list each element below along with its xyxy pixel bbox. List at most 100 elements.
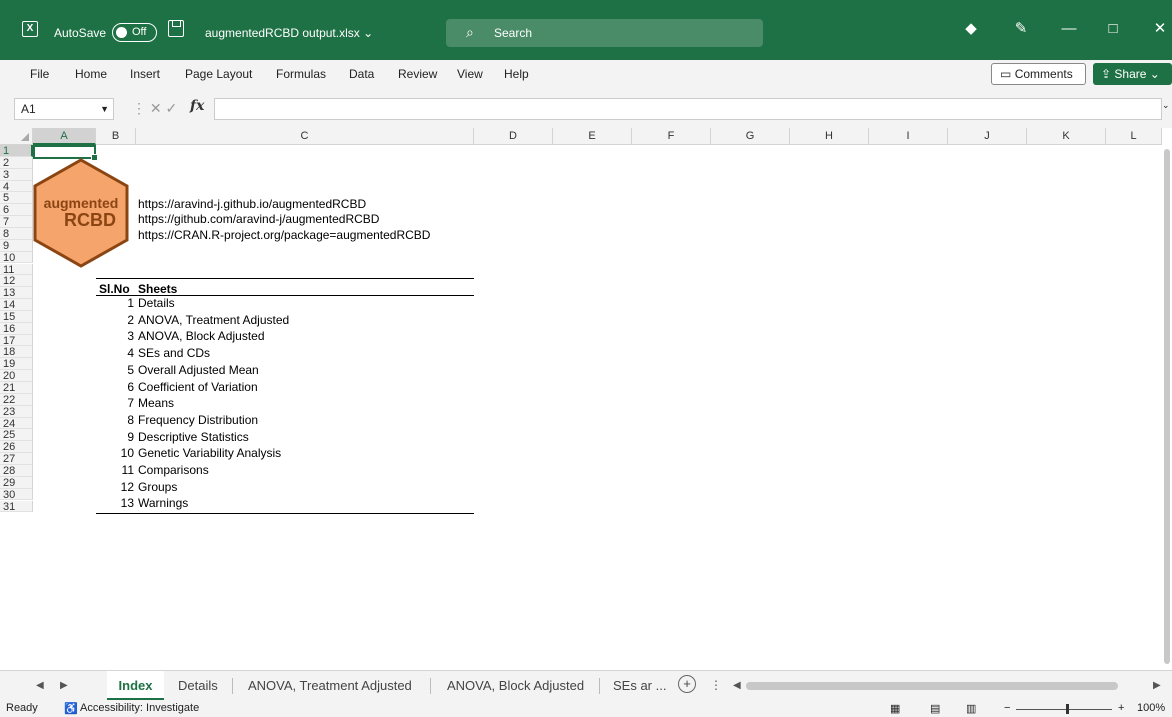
table-row-sheet[interactable]: Means (138, 396, 174, 410)
row-header[interactable]: 22 (0, 393, 33, 406)
column-header-e[interactable]: E (553, 128, 632, 145)
row-header[interactable]: 5 (0, 192, 33, 204)
table-row-sheet[interactable]: Groups (138, 480, 177, 494)
cancel-confirm-icons[interactable]: ⋮ ✕ ✓ (132, 100, 177, 117)
column-header-h[interactable]: H (790, 128, 869, 145)
expand-formula-icon[interactable]: ⌄ (1162, 100, 1170, 111)
link-cran[interactable]: https://CRAN.R-project.org/package=augme… (138, 228, 430, 242)
tab-review[interactable]: Review (398, 67, 437, 81)
spreadsheet-grid[interactable]: A B C D E F G H I J K L 1 2 3 4 5 6 7 8 9 10 11 12 1… (0, 128, 1172, 670)
more-options-icon[interactable]: ⋮ (710, 678, 722, 692)
row-header[interactable]: 27 (0, 453, 33, 465)
tab-data[interactable]: Data (349, 67, 374, 81)
row-header[interactable]: 2 (0, 156, 33, 169)
row-header[interactable]: 29 (0, 476, 33, 489)
row-header[interactable]: 16 (0, 322, 33, 335)
page-break-view-icon[interactable]: ▥ (966, 702, 976, 715)
pen-icon[interactable]: ✎ (1006, 17, 1036, 41)
horizontal-scroll-thumb[interactable] (746, 682, 1118, 690)
scroll-left-icon[interactable]: ◀ (733, 680, 741, 691)
select-all-corner[interactable] (0, 128, 33, 145)
column-header-a[interactable]: A (33, 128, 96, 145)
tab-file[interactable]: File (30, 67, 49, 81)
table-row-sheet[interactable]: Overall Adjusted Mean (138, 363, 259, 377)
row-header[interactable]: 30 (0, 488, 33, 501)
row-header[interactable]: 25 (0, 429, 33, 441)
active-cell[interactable] (33, 145, 98, 161)
row-header[interactable]: 9 (0, 239, 33, 252)
zoom-slider[interactable] (1016, 709, 1112, 710)
zoom-out-icon[interactable]: − (1004, 702, 1010, 714)
comments-button[interactable]: ▭ Comments (991, 63, 1086, 85)
row-header[interactable]: 24 (0, 417, 33, 429)
save-icon[interactable] (168, 20, 184, 37)
diamond-icon[interactable]: ◆ (956, 17, 986, 41)
table-row-sheet[interactable]: Details (138, 296, 175, 310)
column-header-i[interactable]: I (869, 128, 948, 145)
zoom-slider-knob[interactable] (1066, 704, 1069, 714)
autosave-toggle[interactable]: Off (112, 23, 157, 42)
column-header-c[interactable]: C (136, 128, 474, 145)
row-header[interactable]: 17 (0, 334, 33, 347)
file-name[interactable]: augmentedRCBD output.xlsx ⌄ (205, 26, 373, 40)
table-row-sheet[interactable]: Warnings (138, 496, 188, 510)
row-header[interactable]: 14 (0, 299, 33, 311)
column-header-d[interactable]: D (474, 128, 553, 145)
tab-help[interactable]: Help (504, 67, 529, 81)
column-header-g[interactable]: G (711, 128, 790, 145)
row-header[interactable]: 10 (0, 251, 33, 264)
row-header[interactable]: 3 (0, 168, 33, 181)
minimize-icon[interactable]: — (1054, 17, 1084, 41)
row-header[interactable]: 1 (0, 145, 33, 157)
sheet-tab-anova-treatment[interactable]: ANOVA, Treatment Adjusted (248, 671, 412, 700)
share-button[interactable]: ⇪ Share ⌄ (1093, 63, 1172, 85)
row-header[interactable]: 31 (0, 500, 33, 512)
column-header-j[interactable]: J (948, 128, 1027, 145)
row-header[interactable]: 28 (0, 464, 33, 477)
row-header[interactable]: 23 (0, 405, 33, 418)
table-row-sheet[interactable]: Comparisons (138, 463, 209, 477)
row-header[interactable]: 19 (0, 358, 33, 370)
table-row-sheet[interactable]: SEs and CDs (138, 346, 210, 360)
sheet-tab-anova-block[interactable]: ANOVA, Block Adjusted (447, 671, 584, 700)
insert-function-icon[interactable]: fx (190, 98, 204, 114)
row-header[interactable]: 12 (0, 275, 33, 287)
table-row-sheet[interactable]: ANOVA, Treatment Adjusted (138, 313, 289, 327)
vertical-scroll-thumb[interactable] (1164, 149, 1170, 664)
zoom-level[interactable]: 100% (1137, 702, 1165, 714)
name-box[interactable]: A1 ▼ (14, 98, 114, 120)
row-header[interactable]: 26 (0, 441, 33, 453)
table-row-sheet[interactable]: Coefficient of Variation (138, 380, 258, 394)
link-website[interactable]: https://aravind-j.github.io/augmentedRCB… (138, 197, 366, 211)
table-row-sheet[interactable]: ANOVA, Block Adjusted (138, 329, 265, 343)
column-header-k[interactable]: K (1027, 128, 1106, 145)
row-header[interactable]: 21 (0, 382, 33, 394)
table-row-sheet[interactable]: Descriptive Statistics (138, 430, 249, 444)
row-header[interactable]: 7 (0, 216, 33, 228)
row-header[interactable]: 4 (0, 180, 33, 192)
row-header[interactable]: 11 (0, 263, 33, 275)
sheet-tab-ses[interactable]: SEs ar ... (613, 671, 666, 700)
row-header[interactable]: 18 (0, 346, 33, 358)
tab-view[interactable]: View (457, 67, 483, 81)
table-row-sheet[interactable]: Genetic Variability Analysis (138, 446, 281, 460)
vertical-scrollbar[interactable] (1162, 145, 1172, 670)
tab-insert[interactable]: Insert (130, 67, 160, 81)
link-github[interactable]: https://github.com/aravind-j/augmentedRC… (138, 212, 379, 226)
sheet-tab-details[interactable]: Details (178, 671, 218, 700)
maximize-icon[interactable]: □ (1098, 17, 1128, 41)
close-icon[interactable]: ✕ (1145, 17, 1172, 41)
row-header[interactable]: 15 (0, 310, 33, 323)
add-sheet-icon[interactable]: + (678, 675, 696, 693)
page-layout-view-icon[interactable]: ▤ (930, 702, 940, 715)
row-header[interactable]: 20 (0, 370, 33, 382)
column-header-l[interactable]: L (1106, 128, 1162, 145)
search-box[interactable]: ⌕ Search (446, 19, 763, 47)
zoom-in-icon[interactable]: + (1118, 702, 1124, 714)
row-header[interactable]: 6 (0, 204, 33, 216)
tab-home[interactable]: Home (75, 67, 107, 81)
row-header[interactable]: 8 (0, 227, 33, 240)
normal-view-icon[interactable]: ▦ (890, 702, 900, 715)
prev-sheet-icon[interactable]: ◀ (36, 680, 44, 691)
tab-formulas[interactable]: Formulas (276, 67, 326, 81)
